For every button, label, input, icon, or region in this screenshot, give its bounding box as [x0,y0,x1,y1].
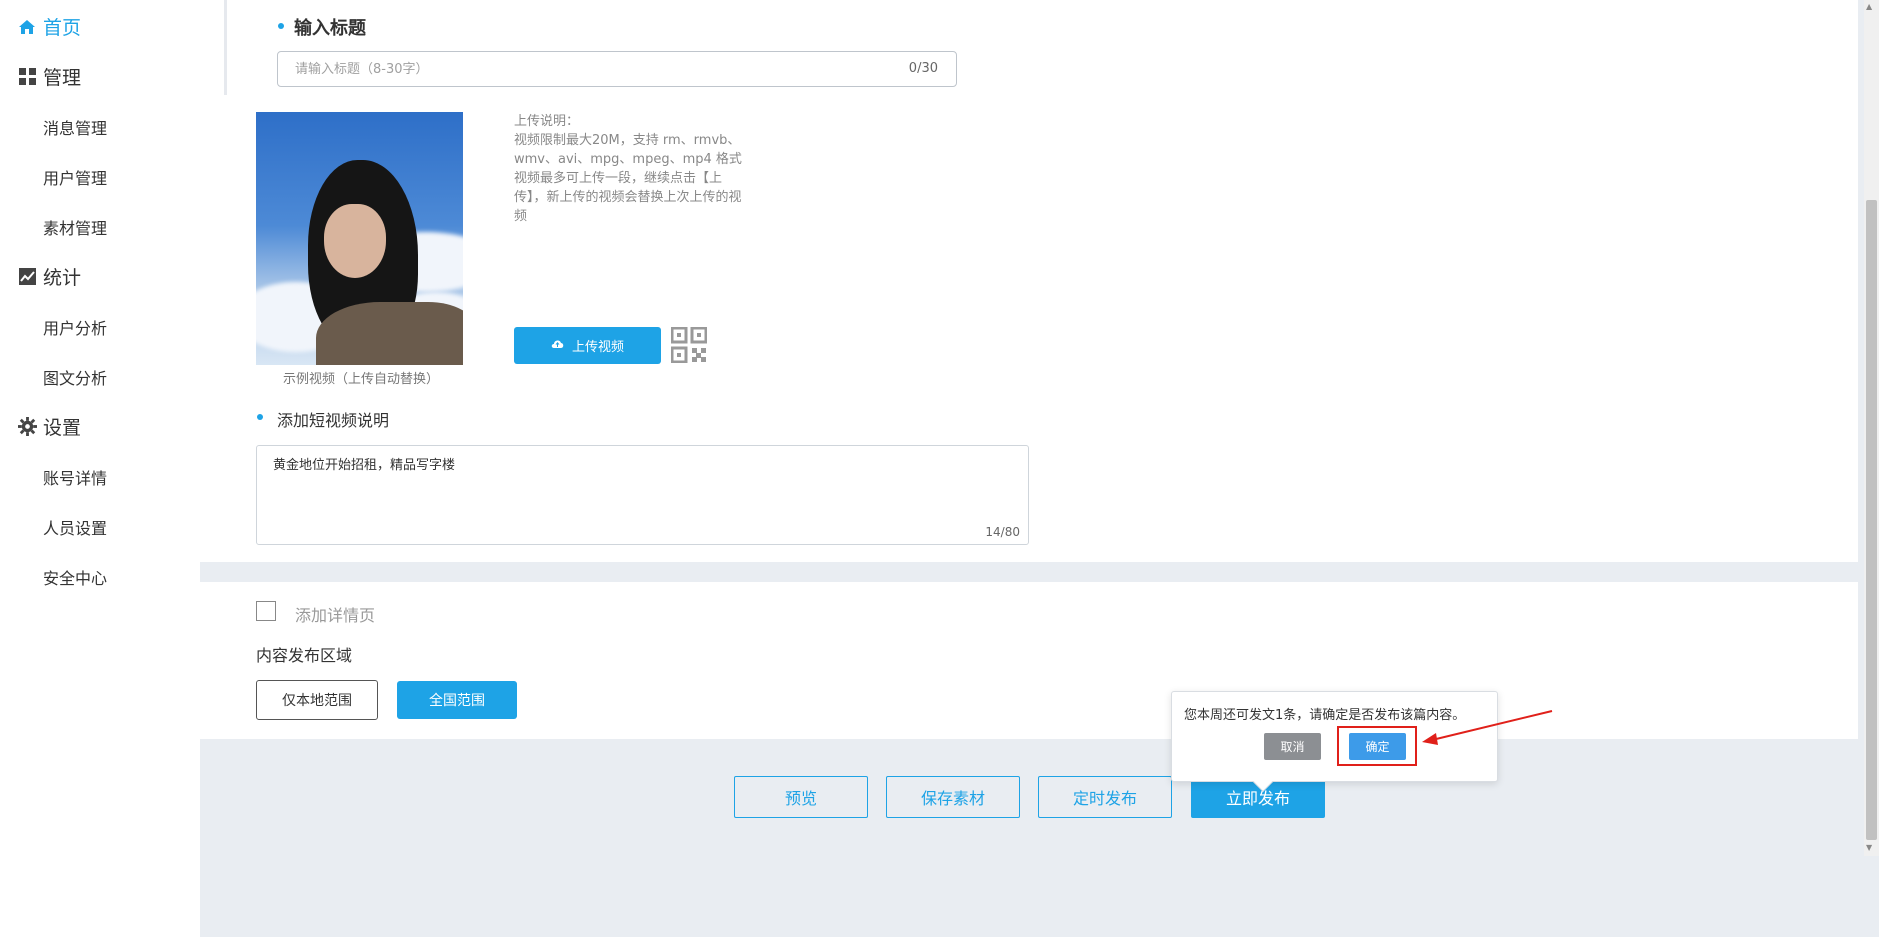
sample-video-thumbnail [256,112,463,365]
sidebar-group-label: 设置 [43,417,82,439]
sidebar-group-label: 统计 [43,267,82,289]
sidebar-item-users[interactable]: 用户管理 [43,165,107,189]
sidebar-item-materials[interactable]: 素材管理 [43,215,107,239]
national-region-button[interactable]: 全国范围 [397,681,517,719]
scroll-up-icon[interactable]: ▲ [1866,2,1872,11]
title-input[interactable] [295,52,855,86]
gear-icon [17,417,37,437]
bullet-dot [257,414,263,420]
description-textarea[interactable]: 黄金地位开始招租，精品写字楼 14/80 [256,445,1029,545]
sidebar: 首页 管理 消息管理 用户管理 素材管理 统计 用户分析 图文分析 设置 账号详… [0,0,200,937]
preview-button[interactable]: 预览 [734,776,868,818]
sidebar-group-stats[interactable]: 统计 [17,263,81,290]
annotation-highlight-box [1337,726,1417,766]
upload-video-label: 上传视频 [571,340,624,355]
sidebar-item-staff[interactable]: 人员设置 [43,515,107,539]
sidebar-item-article-analysis[interactable]: 图文分析 [43,365,107,389]
sidebar-home-label: 首页 [43,17,82,39]
local-region-button[interactable]: 仅本地范围 [256,680,378,720]
region-label: 内容发布区域 [256,646,353,665]
sidebar-item-user-analysis[interactable]: 用户分析 [43,315,107,339]
description-label: 添加短视频说明 [277,411,390,430]
sidebar-item-account[interactable]: 账号详情 [43,465,107,489]
sidebar-item-security[interactable]: 安全中心 [43,565,107,589]
schedule-publish-button[interactable]: 定时发布 [1038,776,1172,818]
bullet-dot [278,23,284,29]
title-field[interactable]: 0/30 [277,51,957,87]
sidebar-group-manage[interactable]: 管理 [17,63,81,90]
qr-code-icon[interactable] [670,326,708,364]
add-detail-checkbox[interactable] [256,601,276,621]
sidebar-group-label: 管理 [43,67,82,89]
chart-icon [17,267,37,287]
sidebar-item-home[interactable]: 首页 [17,13,81,40]
description-text: 黄金地位开始招租，精品写字楼 [273,458,456,473]
popover-cancel-button[interactable]: 取消 [1264,733,1321,760]
annotation-arrow-icon [1422,710,1553,745]
title-label: 输入标题 [294,18,366,39]
add-detail-label: 添加详情页 [295,606,376,625]
sidebar-group-settings[interactable]: 设置 [17,413,81,440]
description-char-count: 14/80 [985,525,1020,539]
grid-icon [17,67,37,87]
upload-video-button[interactable]: 上传视频 [514,327,661,364]
scrollbar-thumb[interactable] [1866,200,1877,840]
scroll-down-icon[interactable]: ▼ [1866,843,1872,852]
upload-instructions: 上传说明： 视频限制最大20M，支持 rm、rmvb、 wmv、avi、mpg、… [514,114,742,224]
section-divider [224,0,227,95]
sidebar-item-messages[interactable]: 消息管理 [43,115,107,139]
home-icon [17,17,37,37]
thumbnail-caption: 示例视频（上传自动替换） [283,372,440,387]
save-material-button[interactable]: 保存素材 [886,776,1020,818]
title-char-count: 0/30 [908,61,938,76]
cloud-upload-icon [551,338,564,353]
